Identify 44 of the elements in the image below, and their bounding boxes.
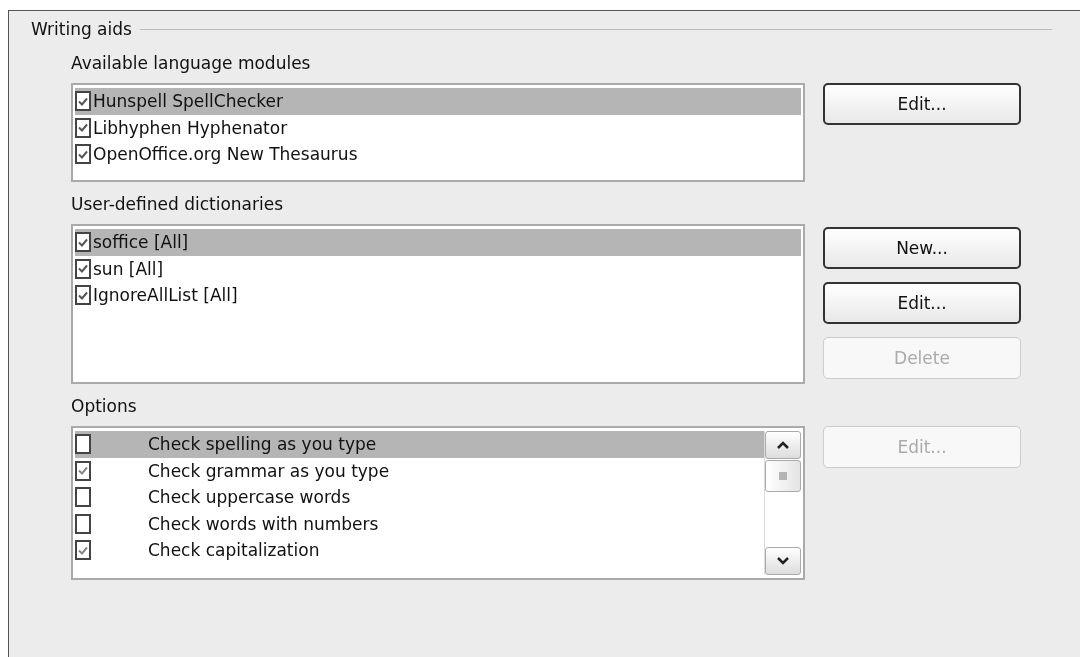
scroll-down-icon[interactable] — [765, 547, 801, 575]
scrollbar[interactable] — [764, 431, 801, 575]
list-item[interactable]: Check capitalization — [75, 537, 764, 564]
checkbox[interactable] — [75, 434, 91, 455]
section-title: Writing aids — [31, 19, 132, 39]
list-item[interactable]: soffice [All] — [75, 229, 801, 256]
item-label: Check spelling as you type — [148, 434, 377, 455]
list-item[interactable]: Check words with numbers — [75, 510, 764, 537]
action-button[interactable]: Edit... — [823, 83, 1021, 125]
list-item[interactable]: Hunspell SpellChecker — [75, 88, 801, 115]
group-label: Available language modules — [71, 53, 312, 75]
group-label: Options — [71, 396, 138, 418]
checkbox[interactable] — [75, 91, 91, 112]
checkbox[interactable] — [75, 232, 91, 253]
checkbox[interactable] — [75, 513, 91, 534]
item-label: Hunspell SpellChecker — [93, 91, 283, 112]
list-item[interactable]: sun [All] — [75, 255, 801, 282]
item-label: Check grammar as you type — [148, 460, 390, 481]
item-label: OpenOffice.org New Thesaurus — [93, 144, 358, 165]
list-item[interactable]: Libhyphen Hyphenator — [75, 114, 801, 141]
item-label: Check capitalization — [148, 540, 320, 561]
checkbox[interactable] — [75, 285, 91, 306]
checkbox[interactable] — [75, 460, 91, 481]
action-button[interactable]: New... — [823, 227, 1021, 269]
item-label: IgnoreAllList [All] — [93, 285, 238, 306]
checkbox[interactable] — [75, 540, 91, 561]
checkbox[interactable] — [75, 487, 91, 508]
item-label: Check uppercase words — [148, 487, 351, 508]
list-item[interactable]: Check uppercase words — [75, 484, 764, 511]
group-label: User-defined dictionaries — [71, 194, 285, 216]
list-item[interactable]: Check grammar as you type — [75, 457, 764, 484]
item-label: soffice [All] — [93, 232, 189, 253]
checkbox[interactable] — [75, 144, 91, 165]
item-label: Libhyphen Hyphenator — [93, 117, 288, 138]
list-item[interactable]: OpenOffice.org New Thesaurus — [75, 141, 801, 168]
checkbox[interactable] — [75, 117, 91, 138]
item-label: Check words with numbers — [148, 513, 379, 534]
item-label: sun [All] — [93, 258, 164, 279]
list-item[interactable]: IgnoreAllList [All] — [75, 282, 801, 309]
list-item[interactable]: Check spelling as you type — [75, 431, 764, 458]
action-button[interactable]: Edit... — [823, 282, 1021, 324]
scroll-up-icon[interactable] — [765, 431, 801, 459]
checkbox[interactable] — [75, 258, 91, 279]
scroll-thumb[interactable] — [765, 460, 801, 492]
